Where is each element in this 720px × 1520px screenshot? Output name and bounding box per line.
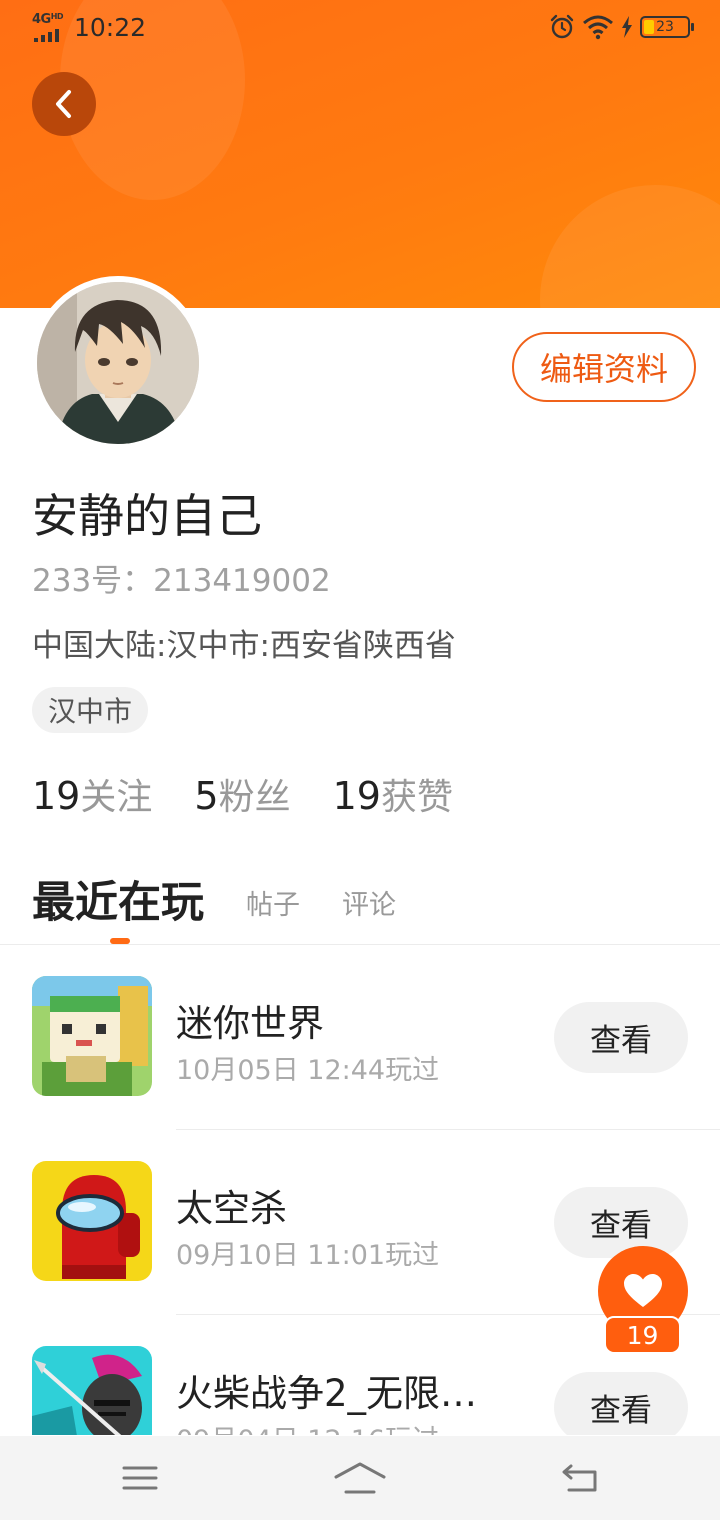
status-bar: 4GHD 10:22 23 [0,0,720,58]
edit-profile-button[interactable]: 编辑资料 [512,332,696,402]
decor-bubble [540,185,720,308]
stat-number: 19 [32,774,81,818]
list-item[interactable]: 迷你世界 10月05日 12:44玩过 查看 [0,945,720,1130]
back-button[interactable] [32,72,96,136]
stat-likes[interactable]: 19 获赞 [333,768,453,820]
menu-button[interactable] [110,1456,170,1500]
game-played-time: 10月05日 12:44玩过 [176,1055,440,1086]
avatar[interactable] [31,276,205,450]
game-name: 迷你世界 [176,1002,324,1045]
mini-world-icon [32,976,152,1096]
network-type: 4G [32,12,51,27]
view-button[interactable]: 查看 [554,1002,688,1073]
chevron-left-icon [56,90,71,118]
stat-number: 5 [194,774,219,818]
tab-comments[interactable]: 评论 [342,883,396,922]
profile-header: 4GHD 10:22 23 [0,0,720,308]
network-hd: HD [50,12,64,21]
home-button[interactable] [330,1456,390,1500]
view-button[interactable]: 查看 [554,1372,688,1435]
stat-label: 粉丝 [218,777,291,818]
view-button[interactable]: 查看 [554,1187,688,1258]
stat-label: 关注 [80,777,153,818]
status-left: 4GHD 10:22 [32,12,146,42]
tab-recently-played[interactable]: 最近在玩 [32,868,204,930]
back-nav-button[interactable] [550,1456,610,1500]
space-kill-icon [32,1161,152,1281]
game-name: 太空杀 [176,1187,287,1230]
user-id: 233号：213419002 [32,563,331,599]
stat-followers[interactable]: 5 粉丝 [194,768,290,820]
tab-bar: 最近在玩 帖子 评论 [32,870,396,930]
stat-following[interactable]: 19 关注 [32,768,152,820]
avatar-image [37,282,199,444]
stat-label: 获赞 [380,777,453,818]
tab-posts[interactable]: 帖子 [246,883,300,922]
heart-icon [624,1274,662,1307]
stat-number: 19 [332,774,381,818]
signal-icon: 4GHD [32,12,68,42]
battery-level: 23 [656,19,674,35]
game-played-time: 09月10日 11:01玩过 [176,1240,440,1271]
status-right: 23 [549,14,694,40]
game-name: 火柴战争2_无限… [176,1372,478,1415]
wifi-icon [583,15,613,40]
stats-row: 19 关注 5 粉丝 19 获赞 [32,768,495,820]
system-nav-bar [0,1436,720,1520]
battery-icon: 23 [640,16,694,38]
city-tag[interactable]: 汉中市 [32,687,149,733]
game-played-time: 09月04日 12:16玩过 [176,1418,439,1435]
location: 中国大陆:汉中市:西安省陕西省 [32,628,456,664]
game-list: 迷你世界 10月05日 12:44玩过 查看 太空杀 09月10日 11:01玩… [0,945,720,1435]
charging-icon [622,16,632,38]
home-icon [334,1462,386,1494]
back-icon [562,1464,597,1492]
stick-war-icon [32,1346,152,1435]
username: 安静的自己 [32,489,262,543]
clock: 10:22 [74,12,147,42]
like-count-badge: 19 [604,1316,681,1354]
menu-icon [122,1466,158,1490]
alarm-icon [550,14,574,39]
